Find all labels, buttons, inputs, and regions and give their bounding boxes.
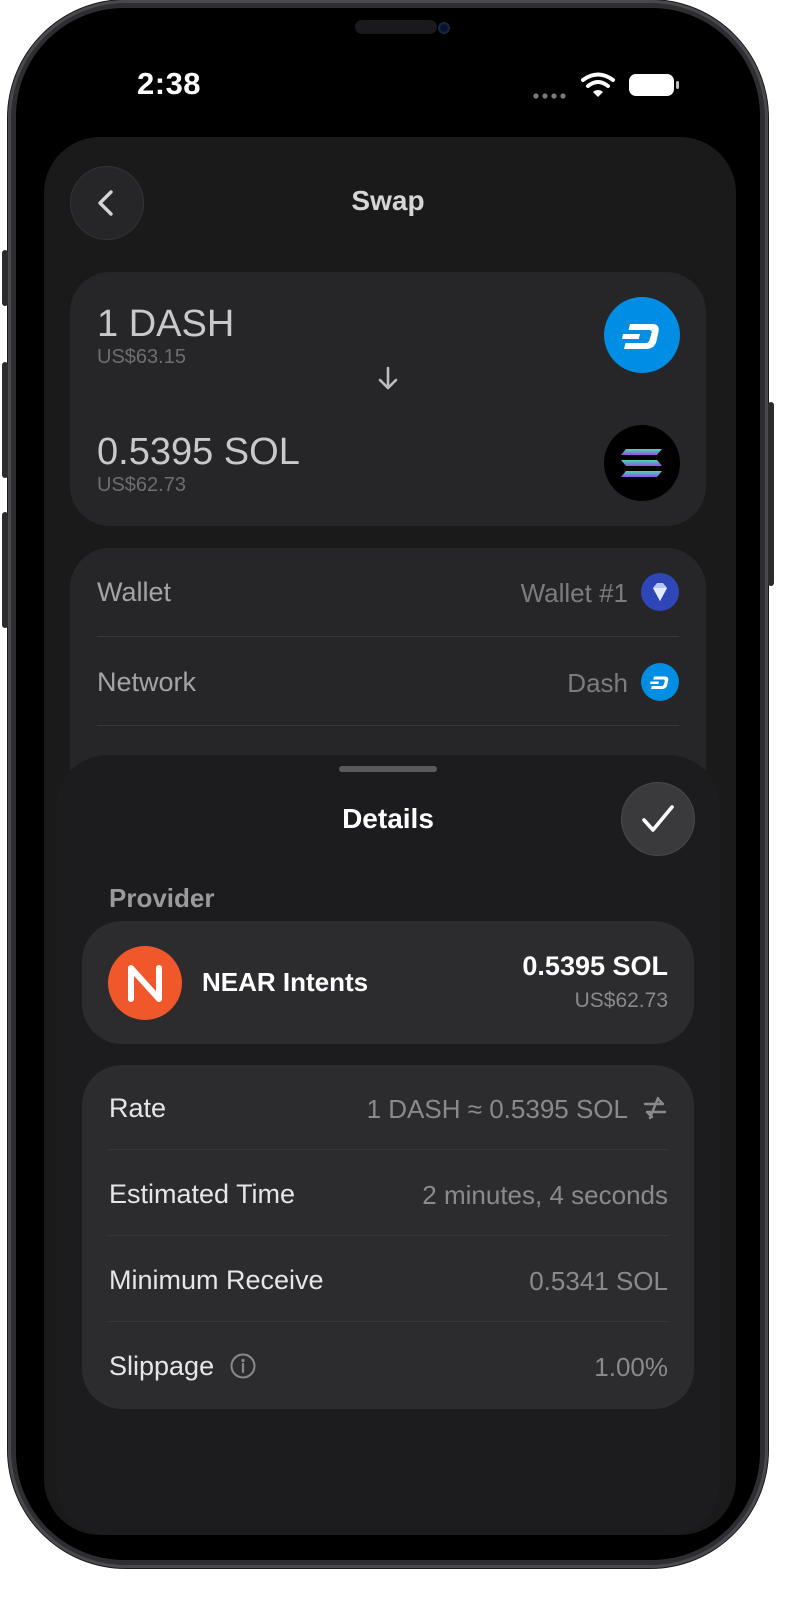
wallet-label: Wallet: [97, 577, 172, 607]
back-button[interactable]: [70, 166, 144, 240]
network-value[interactable]: Dash: [430, 668, 628, 699]
checkmark-icon: [642, 805, 674, 832]
speaker-grille: [355, 20, 437, 34]
from-amount: 1 DASH: [97, 303, 235, 345]
signal-wifi-battery-icon: [533, 72, 679, 99]
dash-coin-icon: [604, 297, 680, 373]
divider: [109, 1321, 668, 1322]
info-icon[interactable]: [229, 1352, 257, 1380]
estimated-time-value: 2 minutes, 4 seconds: [422, 1180, 668, 1210]
arrow-down-icon: [376, 366, 400, 392]
swap-arrows-icon[interactable]: [641, 1094, 669, 1122]
near-logo-icon: [108, 946, 182, 1020]
network-label: Network: [97, 667, 197, 697]
provider-amount: 0.5395 SOL: [522, 951, 668, 981]
side-button: [2, 250, 8, 306]
solana-coin-icon: [604, 425, 680, 501]
sheet-grabber[interactable]: [339, 766, 437, 772]
divider: [109, 1149, 668, 1150]
confirm-button[interactable]: [622, 783, 694, 855]
dash-network-icon: [641, 663, 679, 701]
status-icons: [530, 72, 680, 102]
from-fiat-value: US$63.15: [97, 346, 186, 368]
to-amount: 0.5395 SOL: [97, 431, 300, 473]
power-button: [768, 402, 774, 586]
minimum-receive-label: Minimum Receive: [109, 1265, 324, 1295]
divider: [97, 636, 679, 637]
divider: [97, 725, 679, 726]
slippage-value: 1.00%: [594, 1352, 668, 1382]
front-camera: [438, 22, 450, 34]
estimated-time-label: Estimated Time: [109, 1179, 296, 1209]
volume-down-button: [2, 512, 8, 628]
chevron-left-icon: [98, 190, 113, 216]
provider-fiat-value: US$62.73: [574, 989, 668, 1012]
to-fiat-value: US$62.73: [97, 474, 186, 496]
minimum-receive-value: 0.5341 SOL: [529, 1266, 668, 1296]
slippage-label: Slippage: [109, 1351, 215, 1381]
provider-section-label: Provider: [109, 883, 215, 913]
volume-up-button: [2, 362, 8, 478]
provider-name: NEAR Intents: [202, 967, 369, 997]
status-time: 2:38: [137, 66, 202, 101]
rate-label: Rate: [109, 1093, 167, 1123]
page-title: Swap: [351, 185, 425, 216]
wallet-value[interactable]: Wallet #1: [430, 578, 628, 609]
diamond-icon: [641, 573, 679, 611]
divider: [109, 1235, 668, 1236]
rate-value: 1 DASH ≈ 0.5395 SOL: [366, 1094, 628, 1124]
details-title: Details: [342, 803, 434, 834]
